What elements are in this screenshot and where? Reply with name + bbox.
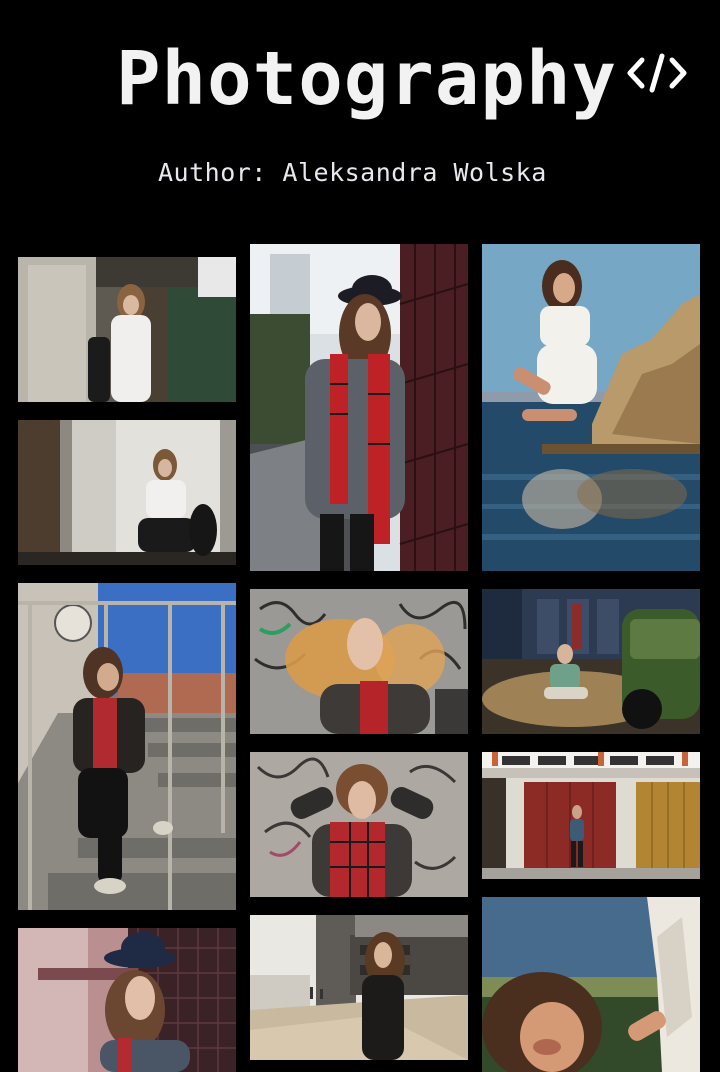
photo-red-scarf-fence[interactable] xyxy=(250,244,468,571)
photo-green-car[interactable] xyxy=(482,589,700,734)
photo-hands-in-hair-graffiti[interactable] xyxy=(250,752,468,897)
page-title: Photography xyxy=(116,36,618,122)
photo-white-dress-rocks[interactable] xyxy=(482,244,700,571)
photo-red-yellow-garage[interactable] xyxy=(482,752,700,879)
author-line: Author: Aleksandra Wolska xyxy=(158,158,547,187)
photo-stairs-railing[interactable] xyxy=(18,583,236,910)
code-icon[interactable] xyxy=(626,52,688,94)
photo-windblown-hair-graffiti[interactable] xyxy=(250,589,468,734)
photo-garage-doors-white-shirt[interactable] xyxy=(18,257,236,402)
photo-sunlit-face-curtain[interactable] xyxy=(482,897,700,1072)
header: Photography Author: Aleksandra Wolska xyxy=(0,0,720,240)
photo-city-sidewalk[interactable] xyxy=(250,915,468,1060)
photo-crouching-white-door[interactable] xyxy=(18,420,236,565)
photo-hat-grid-fence[interactable] xyxy=(18,928,236,1072)
